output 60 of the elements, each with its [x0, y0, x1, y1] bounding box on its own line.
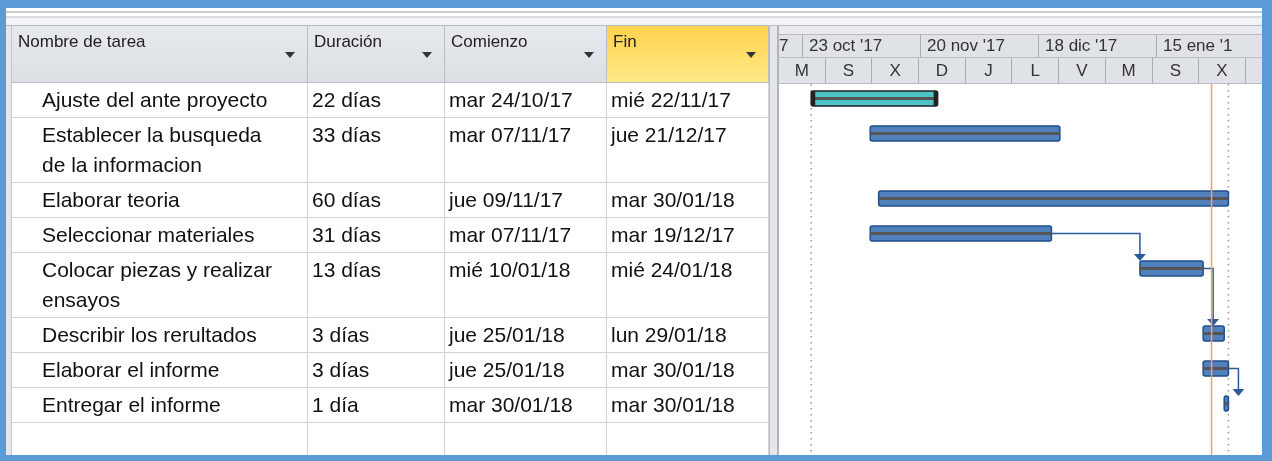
- timescale-label: 18 dic '17: [1039, 35, 1157, 57]
- task-name: Describir los rerultados: [42, 323, 257, 346]
- task-name: Elaborar el informe: [42, 358, 220, 381]
- duration-text: 60 días: [312, 188, 381, 211]
- task-name: Establecer la busqueda de la informacion: [42, 123, 262, 176]
- caret-icon: [746, 52, 756, 58]
- start-date: mié 10/01/18: [449, 258, 571, 281]
- duration-text: 31 días: [312, 223, 381, 246]
- finish-date: jue 21/12/17: [611, 123, 727, 146]
- task-name: Colocar piezas y realizar ensayos: [42, 258, 272, 311]
- start-date: mar 07/11/17: [449, 123, 572, 146]
- caret-icon: [422, 52, 432, 58]
- start-date: mar 24/10/17: [449, 88, 573, 111]
- start-date: mar 07/11/17: [449, 223, 572, 246]
- finish-date: mar 30/01/18: [611, 393, 735, 416]
- duration-text: 3 días: [312, 358, 370, 381]
- timescale-label: X: [1199, 58, 1246, 83]
- duration-text: 22 días: [312, 88, 381, 111]
- finish-date: mié 24/01/18: [611, 258, 733, 281]
- finish-date: mar 19/12/17: [611, 223, 735, 246]
- start-date: mar 30/01/18: [449, 393, 573, 416]
- task-name: Entregar el informe: [42, 393, 221, 416]
- timescale-label: V: [1059, 58, 1106, 83]
- start-date: jue 09/11/17: [449, 188, 564, 211]
- finish-date: lun 29/01/18: [611, 323, 727, 346]
- pane-splitter[interactable]: [769, 26, 779, 455]
- task-name: Seleccionar materiales: [42, 223, 255, 246]
- duration-text: 33 días: [312, 123, 381, 146]
- timescale-label: S: [1152, 58, 1200, 83]
- timescale-label: 7: [779, 35, 803, 57]
- timescale-label: S: [825, 58, 873, 83]
- finish-date: mar 30/01/18: [611, 188, 735, 211]
- task-bar[interactable]: [1202, 360, 1230, 377]
- timescale-label: 15 ene '1: [1157, 35, 1262, 57]
- duration-text: 3 días: [312, 323, 370, 346]
- timescale-label: X: [872, 58, 920, 83]
- task-bar[interactable]: [1202, 325, 1225, 342]
- start-date: jue 25/01/18: [449, 358, 565, 381]
- column-header[interactable]: Fin: [607, 26, 769, 83]
- timescale-label: L: [1012, 58, 1060, 83]
- duration-text: 13 días: [312, 258, 381, 281]
- finish-date: mar 30/01/18: [611, 358, 735, 381]
- timescale-label: 23 oct '17: [803, 35, 921, 57]
- task-name: Elaborar teoria: [42, 188, 180, 211]
- task-name: Ajuste del ante proyecto: [42, 88, 268, 111]
- timescale-label: J: [965, 58, 1013, 83]
- task-bar[interactable]: [810, 90, 939, 107]
- column-header[interactable]: Duración: [308, 26, 445, 83]
- timescale-label: 20 nov '17: [921, 35, 1039, 57]
- timescale-label: M: [1105, 58, 1153, 83]
- finish-date: mié 22/11/17: [611, 88, 731, 111]
- timescale-label: D: [919, 58, 966, 83]
- timescale-label: M: [779, 58, 826, 83]
- caret-icon: [285, 52, 295, 58]
- caret-icon: [584, 52, 594, 58]
- column-header[interactable]: Nombre de tarea: [12, 26, 308, 83]
- column-header[interactable]: Comienzo: [445, 26, 607, 83]
- duration-text: 1 día: [312, 393, 359, 416]
- task-bar[interactable]: [1223, 395, 1230, 412]
- start-date: jue 25/01/18: [449, 323, 565, 346]
